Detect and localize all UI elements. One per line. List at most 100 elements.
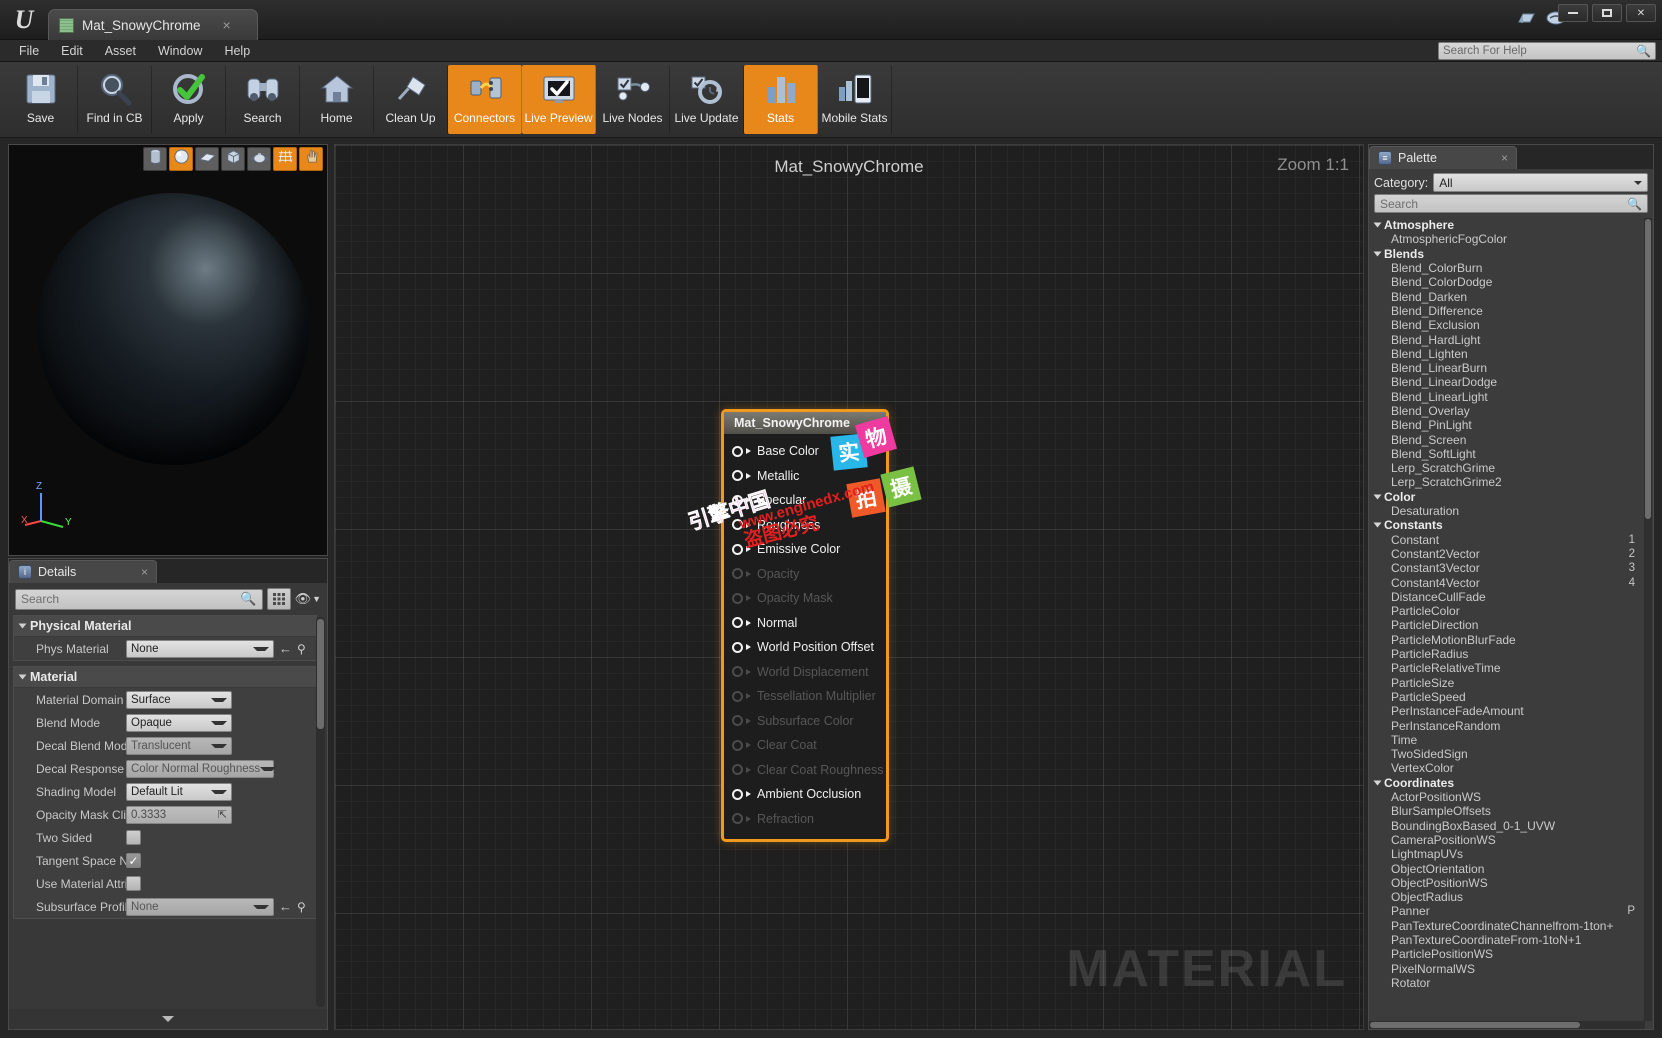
palette-item-constant4vector[interactable]: Constant4Vector 4 xyxy=(1369,575,1645,590)
palette-category-atmosphere[interactable]: Atmosphere xyxy=(1369,218,1645,232)
details-scrollbar-thumb[interactable] xyxy=(317,619,324,729)
details-group-header[interactable]: Material xyxy=(14,667,316,688)
toolbar-button-clean-up[interactable]: Clean Up xyxy=(374,65,448,134)
node-pin-ambient-occlusion[interactable]: Ambient Occlusion xyxy=(724,782,886,807)
menu-item-help[interactable]: Help xyxy=(213,42,261,60)
details-expand-footer[interactable] xyxy=(9,1009,327,1029)
palette-item-particleradius[interactable]: ParticleRadius xyxy=(1369,647,1645,661)
pin-connector-icon[interactable] xyxy=(732,813,743,825)
node-pin-roughness[interactable]: Roughness xyxy=(724,513,886,538)
toolbar-button-mobile-stats[interactable]: Mobile Stats xyxy=(818,65,892,134)
palette-item-panner[interactable]: Panner P xyxy=(1369,904,1645,918)
palette-item-blend-exclusion[interactable]: Blend_Exclusion xyxy=(1369,318,1645,332)
details-checkbox-two-sided[interactable] xyxy=(126,830,141,845)
palette-item-blend-lighten[interactable]: Blend_Lighten xyxy=(1369,347,1645,361)
node-pin-base-color[interactable]: Base Color xyxy=(724,439,886,464)
reset-arrow-icon[interactable]: ← xyxy=(279,641,292,656)
palette-item-actorpositionws[interactable]: ActorPositionWS xyxy=(1369,790,1645,804)
palette-item-lerp-scratchgrime2[interactable]: Lerp_ScratchGrime2 xyxy=(1369,475,1645,489)
node-pin-opacity-mask[interactable]: Opacity Mask xyxy=(724,586,886,611)
pin-connector-icon[interactable] xyxy=(732,592,743,604)
palette-item-twosidedsign[interactable]: TwoSidedSign xyxy=(1369,747,1645,761)
palette-category-coordinates[interactable]: Coordinates xyxy=(1369,776,1645,790)
palette-item-blursampleoffsets[interactable]: BlurSampleOffsets xyxy=(1369,804,1645,818)
palette-item-blend-hardlight[interactable]: Blend_HardLight xyxy=(1369,332,1645,347)
palette-item-constant3vector[interactable]: Constant3Vector 3 xyxy=(1369,561,1645,575)
palette-item-objectradius[interactable]: ObjectRadius xyxy=(1369,890,1645,904)
grid-view-button[interactable] xyxy=(266,588,291,610)
viewport-shape-grid-button[interactable] xyxy=(273,147,297,171)
toolbar-button-live-preview[interactable]: Live Preview xyxy=(522,65,596,134)
details-select-material-domain[interactable]: Surface xyxy=(126,690,232,709)
palette-item-blend-lineardodge[interactable]: Blend_LinearDodge xyxy=(1369,375,1645,389)
pin-connector-icon[interactable] xyxy=(732,617,743,629)
help-search-input[interactable]: Search For Help 🔍 xyxy=(1438,42,1656,60)
node-pin-tessellation-multiplier[interactable]: Tessellation Multiplier xyxy=(724,684,886,709)
palette-item-blend-difference[interactable]: Blend_Difference xyxy=(1369,304,1645,318)
node-pin-emissive-color[interactable]: Emissive Color xyxy=(724,537,886,562)
visibility-button[interactable]: 👁 ▼ xyxy=(295,591,321,607)
details-select-phys-material[interactable]: None xyxy=(126,639,274,658)
palette-item-particlesize[interactable]: ParticleSize xyxy=(1369,676,1645,690)
palette-item-vertexcolor[interactable]: VertexColor xyxy=(1369,761,1645,775)
close-icon[interactable]: × xyxy=(1483,151,1508,165)
tab-palette[interactable]: ≡ Palette × xyxy=(1369,146,1517,169)
node-pin-world-displacement[interactable]: World Displacement xyxy=(724,660,886,685)
viewport-shape-cylinder-button[interactable] xyxy=(143,147,167,171)
palette-item-particlepositionws[interactable]: ParticlePositionWS xyxy=(1369,947,1645,961)
node-pin-metallic[interactable]: Metallic xyxy=(724,464,886,489)
palette-item-rotator[interactable]: Rotator xyxy=(1369,976,1645,990)
spinner-icon[interactable]: ⇱ xyxy=(218,808,227,821)
palette-item-blend-darken[interactable]: Blend_Darken xyxy=(1369,289,1645,304)
pin-connector-icon[interactable] xyxy=(732,788,743,800)
palette-item-blend-screen[interactable]: Blend_Screen xyxy=(1369,432,1645,447)
palette-item-blend-colordodge[interactable]: Blend_ColorDodge xyxy=(1369,275,1645,289)
palette-item-blend-linearburn[interactable]: Blend_LinearBurn xyxy=(1369,361,1645,375)
palette-item-particledirection[interactable]: ParticleDirection xyxy=(1369,618,1645,632)
details-select-decal-response[interactable]: Color Normal Roughness xyxy=(126,759,277,778)
viewport-shape-hand-button[interactable] xyxy=(299,147,323,171)
palette-item-blend-softlight[interactable]: Blend_SoftLight xyxy=(1369,447,1645,461)
viewport-shape-cube-button[interactable] xyxy=(221,147,245,171)
pin-connector-icon[interactable] xyxy=(732,690,743,702)
palette-item-objectpositionws[interactable]: ObjectPositionWS xyxy=(1369,876,1645,890)
palette-item-blend-overlay[interactable]: Blend_Overlay xyxy=(1369,404,1645,418)
toolbar-button-live-nodes[interactable]: Live Nodes xyxy=(596,65,670,134)
palette-item-pantexturecoordinatechannelfrom-1ton-[interactable]: PanTextureCoordinateChannelfrom-1ton+ xyxy=(1369,919,1645,933)
minimize-button[interactable] xyxy=(1558,4,1588,22)
toolbar-button-save[interactable]: Save xyxy=(4,65,78,134)
palette-item-desaturation[interactable]: Desaturation xyxy=(1369,504,1645,518)
palette-item-blend-linearlight[interactable]: Blend_LinearLight xyxy=(1369,390,1645,404)
palette-item-lightmapuvs[interactable]: LightmapUVs xyxy=(1369,847,1645,861)
palette-item-lerp-scratchgrime[interactable]: Lerp_ScratchGrime xyxy=(1369,461,1645,475)
close-icon[interactable]: × xyxy=(223,17,231,33)
cloud-icon[interactable] xyxy=(1516,10,1536,27)
pin-connector-icon[interactable] xyxy=(732,543,743,555)
node-pin-clear-coat-roughness[interactable]: Clear Coat Roughness xyxy=(724,758,886,783)
details-search-input[interactable]: Search 🔍 xyxy=(15,588,263,610)
close-icon[interactable]: × xyxy=(123,565,148,579)
material-preview-viewport[interactable]: Z Y X xyxy=(8,144,328,556)
node-title-bar[interactable]: Mat_SnowyChrome xyxy=(724,412,886,434)
pin-connector-icon[interactable] xyxy=(732,739,743,751)
details-checkbox-tangent-space-normal[interactable]: ✓ xyxy=(126,853,141,868)
palette-category-color[interactable]: Color xyxy=(1369,490,1645,504)
pin-connector-icon[interactable] xyxy=(732,666,743,678)
toolbar-button-find-in-cb[interactable]: Find in CB xyxy=(78,65,152,134)
palette-vertical-scrollbar-thumb[interactable] xyxy=(1645,219,1651,519)
viewport-shape-teapot-button[interactable] xyxy=(247,147,271,171)
reset-arrow-icon[interactable]: ← xyxy=(279,899,292,914)
node-pin-normal[interactable]: Normal xyxy=(724,611,886,636)
node-pin-opacity[interactable]: Opacity xyxy=(724,562,886,587)
details-select-decal-blend-mode[interactable]: Translucent xyxy=(126,736,232,755)
palette-item-perinstancerandom[interactable]: PerInstanceRandom xyxy=(1369,718,1645,733)
menu-item-asset[interactable]: Asset xyxy=(94,42,147,60)
palette-item-objectorientation[interactable]: ObjectOrientation xyxy=(1369,861,1645,876)
browse-icon[interactable]: ⚲ xyxy=(297,900,306,914)
palette-search-input[interactable]: Search 🔍 xyxy=(1374,194,1648,213)
node-pin-refraction[interactable]: Refraction xyxy=(724,807,886,832)
palette-category-constants[interactable]: Constants xyxy=(1369,518,1645,532)
browse-icon[interactable]: ⚲ xyxy=(297,642,306,656)
menu-item-edit[interactable]: Edit xyxy=(50,42,94,60)
palette-item-particlespeed[interactable]: ParticleSpeed xyxy=(1369,690,1645,704)
